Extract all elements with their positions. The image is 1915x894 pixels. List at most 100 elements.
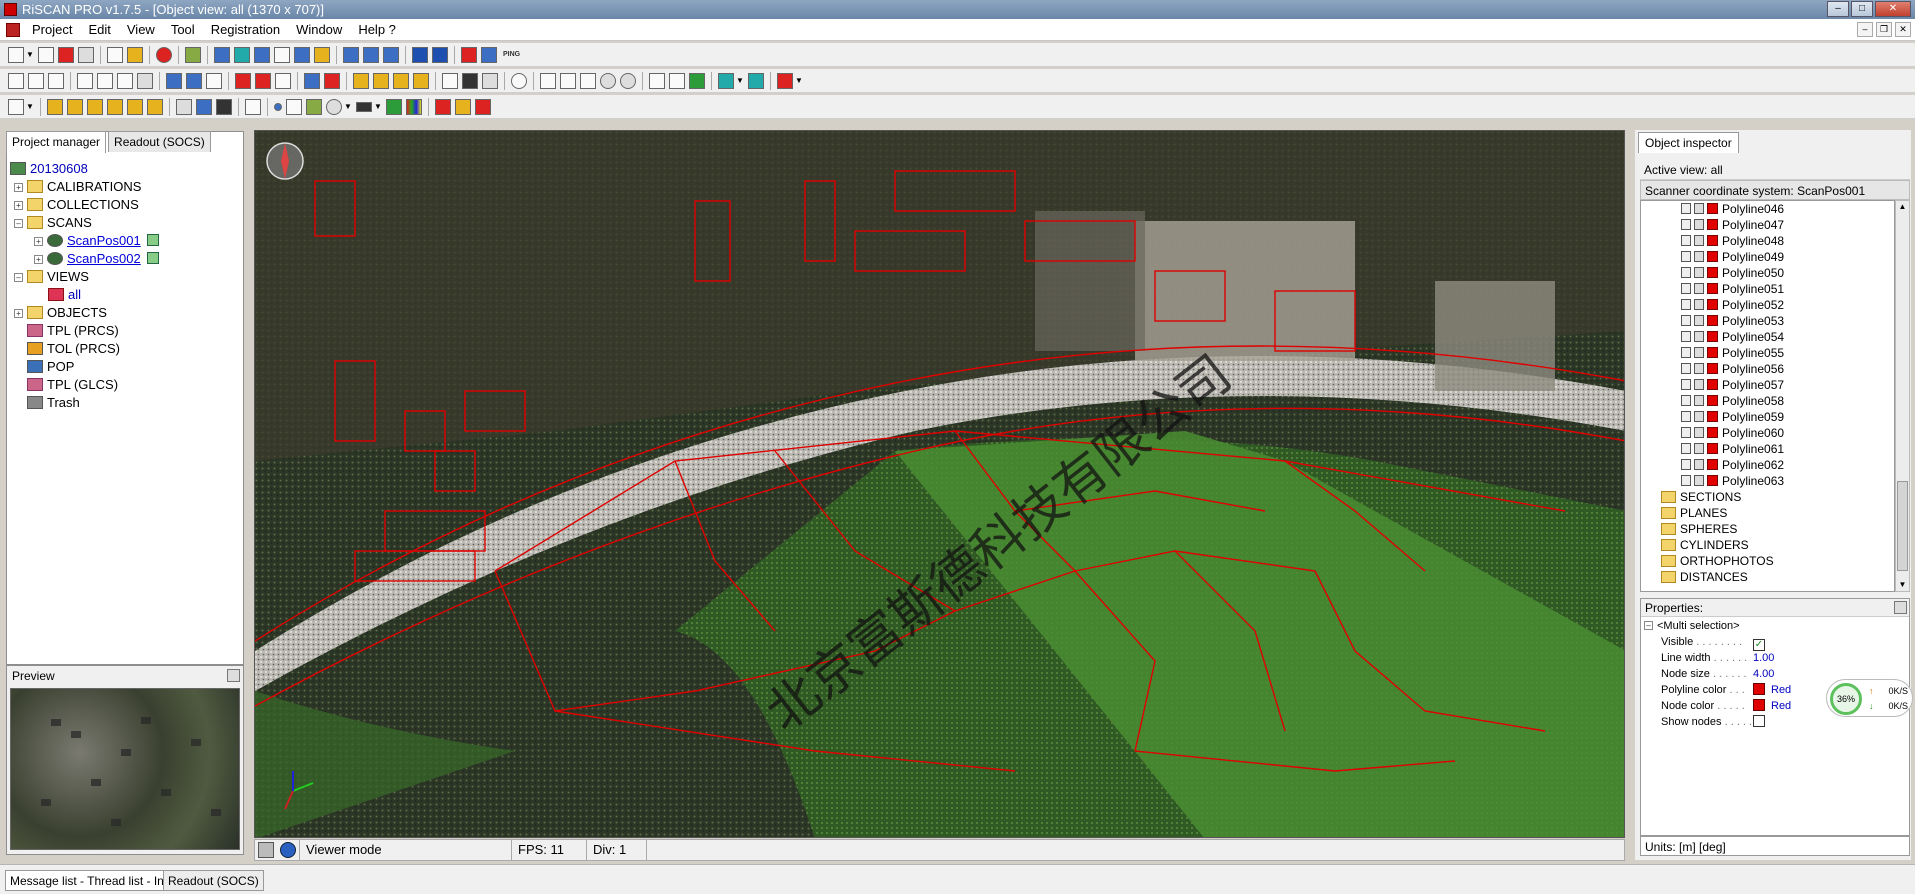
polyline-item[interactable]: Polyline047 — [1681, 217, 1784, 233]
lasso-icon[interactable] — [117, 72, 133, 89]
collapse-icon[interactable]: – — [1644, 621, 1653, 630]
tree-node-project[interactable]: 20130608 — [10, 160, 88, 178]
select-pin-icon[interactable] — [28, 72, 44, 89]
polyline-item[interactable]: Polyline061 — [1681, 441, 1784, 457]
view-settings-icon[interactable] — [8, 98, 24, 115]
lock-icon[interactable] — [1681, 443, 1691, 454]
lock-icon[interactable] — [1681, 379, 1691, 390]
marker-icon[interactable] — [235, 72, 251, 89]
measure-icon[interactable] — [286, 98, 302, 115]
tree-node-objects[interactable]: + OBJECTS — [14, 304, 107, 322]
tree-folder-cylinders[interactable]: CYLINDERS — [1661, 537, 1749, 553]
view-right-icon[interactable] — [107, 98, 123, 115]
polyline-item[interactable]: Polyline052 — [1681, 297, 1784, 313]
polyline-item[interactable]: Polyline046 — [1681, 201, 1784, 217]
mdi-close-button[interactable]: ✕ — [1895, 22, 1911, 37]
point-icon[interactable] — [274, 102, 282, 111]
tab-project-manager[interactable]: Project manager — [6, 131, 107, 153]
chart-icon[interactable] — [435, 98, 451, 115]
color-icon[interactable] — [777, 72, 793, 89]
maximize-button[interactable]: □ — [1851, 1, 1873, 17]
prop-polyline-color-value[interactable]: Red — [1753, 682, 1791, 698]
tree-node-tpl-glcs[interactable]: TPL (GLCS) — [27, 376, 118, 394]
polyline-item[interactable]: Polyline059 — [1681, 409, 1784, 425]
polyline-item[interactable]: Polyline060 — [1681, 425, 1784, 441]
menu-help[interactable]: Help ? — [350, 19, 404, 41]
lock-icon[interactable] — [1681, 315, 1691, 326]
polyline-item[interactable]: Polyline049 — [1681, 249, 1784, 265]
view-top-icon[interactable] — [127, 98, 143, 115]
view-back-icon[interactable] — [67, 98, 83, 115]
tree-folder-planes[interactable]: PLANES — [1661, 505, 1727, 521]
collapse-icon[interactable]: – — [14, 219, 23, 228]
menu-tool[interactable]: Tool — [163, 19, 203, 41]
tree-node-tol-prcs[interactable]: TOL (PRCS) — [27, 340, 120, 358]
menu-project[interactable]: Project — [24, 19, 80, 41]
expand-icon[interactable]: + — [14, 201, 23, 210]
line-icon[interactable] — [560, 72, 576, 89]
copy-icon[interactable] — [107, 46, 123, 63]
stop-icon[interactable] — [156, 46, 172, 63]
scan-settings-icon[interactable] — [214, 46, 230, 63]
tile-horizontal-icon[interactable] — [343, 46, 359, 63]
ruler-icon[interactable] — [306, 98, 322, 115]
object-view-viewport[interactable]: 北京富斯德科技有限公司 — [254, 130, 1625, 838]
collapse-icon[interactable]: – — [14, 273, 23, 282]
mdi-restore-button[interactable]: ❐ — [1876, 22, 1892, 37]
connect-icon[interactable] — [461, 46, 477, 63]
polyline-item[interactable]: Polyline063 — [1681, 473, 1784, 489]
lock-icon[interactable] — [1681, 299, 1691, 310]
layers-stack-icon[interactable] — [386, 98, 402, 115]
image-icon[interactable] — [254, 46, 270, 63]
delete-icon[interactable] — [58, 46, 74, 63]
star-icon[interactable] — [669, 72, 685, 89]
open-project-icon[interactable] — [38, 46, 54, 63]
poly-select-icon[interactable] — [97, 72, 113, 89]
rectangle-dropdown-icon[interactable]: ▼ — [374, 99, 382, 115]
view-settings-dropdown-icon[interactable]: ▼ — [26, 99, 34, 115]
tile-vertical-icon[interactable] — [363, 46, 379, 63]
network-speed-widget[interactable]: 36% ↑ ↓ 0K/S 0K/S — [1826, 679, 1913, 717]
select-cursor-icon[interactable] — [48, 72, 64, 89]
lock-icon[interactable] — [1681, 251, 1691, 262]
book-icon[interactable] — [185, 46, 201, 63]
polyline-item[interactable]: Polyline057 — [1681, 377, 1784, 393]
sphere-icon[interactable] — [326, 98, 342, 115]
cloud-filter-icon[interactable] — [620, 72, 636, 89]
polyline-node-icon[interactable] — [413, 72, 429, 89]
tab-readout-socs-bottom[interactable]: Readout (SOCS) — [163, 870, 264, 891]
polyline-item[interactable]: Polyline056 — [1681, 361, 1784, 377]
tab-readout-socs[interactable]: Readout (SOCS) — [108, 131, 211, 152]
trash-icon[interactable] — [482, 72, 498, 89]
polyline-item[interactable]: Polyline050 — [1681, 265, 1784, 281]
camera-icon[interactable] — [274, 46, 290, 63]
polyline-item[interactable]: Polyline055 — [1681, 345, 1784, 361]
minimize-button[interactable]: – — [1827, 1, 1849, 17]
view-options-icon[interactable] — [258, 842, 274, 858]
scroll-down-icon[interactable]: ▼ — [1897, 579, 1908, 591]
menu-view[interactable]: View — [119, 19, 163, 41]
print-icon[interactable] — [78, 46, 94, 63]
preview-options-icon[interactable] — [227, 669, 240, 682]
scroll-thumb[interactable] — [1897, 481, 1908, 571]
tree-node-scanpos002[interactable]: + ScanPos002 — [34, 250, 159, 268]
list-icon[interactable] — [455, 98, 471, 115]
select-icon[interactable] — [8, 72, 24, 89]
coord-system-selector[interactable]: Scanner coordinate system: ScanPos001 — [1640, 180, 1910, 200]
checkbox-unchecked-icon[interactable] — [1753, 715, 1765, 727]
zoom-icon[interactable] — [196, 98, 212, 115]
rectangle-icon[interactable] — [356, 101, 372, 112]
tree-folder-distances[interactable]: DISTANCES — [1661, 569, 1748, 585]
tree-node-pop[interactable]: POP — [27, 358, 74, 376]
compass-icon[interactable] — [266, 142, 304, 180]
new-dropdown-icon[interactable]: ▼ — [26, 47, 34, 63]
cascade-icon[interactable] — [383, 46, 399, 63]
tree-node-scanpos001[interactable]: + ScanPos001 — [34, 232, 159, 250]
polyline-item[interactable]: Polyline054 — [1681, 329, 1784, 345]
tree-node-trash[interactable]: Trash — [27, 394, 80, 412]
menu-edit[interactable]: Edit — [80, 19, 118, 41]
tree-node-collections[interactable]: + COLLECTIONS — [14, 196, 139, 214]
tree-node-tpl-prcs[interactable]: TPL (PRCS) — [27, 322, 119, 340]
cone-icon[interactable] — [324, 72, 340, 89]
camera-view-icon[interactable] — [176, 98, 192, 115]
